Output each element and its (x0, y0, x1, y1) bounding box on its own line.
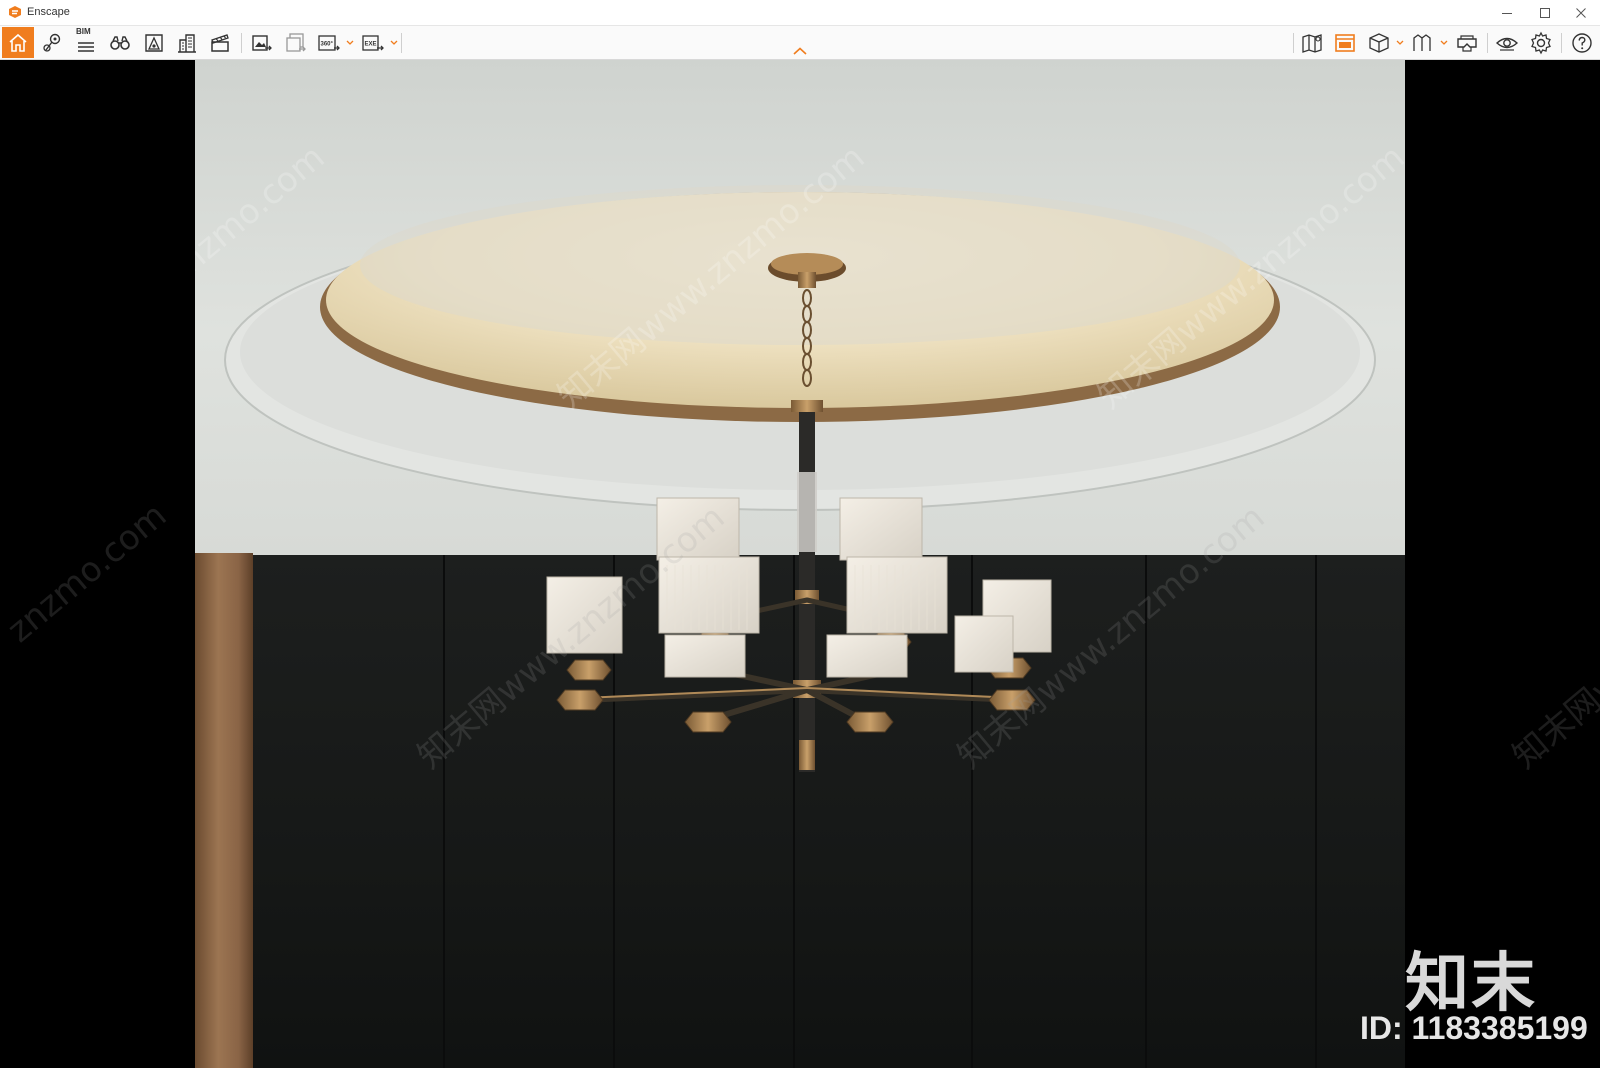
settings-button[interactable] (1525, 27, 1557, 58)
window-title: Enscape (27, 6, 70, 18)
exe-label: EXE (365, 41, 377, 47)
exe-export-button[interactable]: EXE (357, 27, 389, 58)
panorama-360-icon: 360° (318, 34, 340, 51)
home-icon (9, 33, 27, 52)
map-button[interactable] (1296, 27, 1328, 58)
asset-library-icon (145, 33, 163, 52)
panorama-button[interactable]: 360° (313, 27, 345, 58)
rendered-scene[interactable]: 知末网www.znzmo.com 知末网www.znzmo.com 知末网www… (195, 60, 1405, 1068)
web-standalone-icon (1335, 33, 1355, 52)
title-bar: Enscape (0, 0, 1600, 26)
measure-button[interactable] (1406, 27, 1438, 58)
home-button[interactable] (2, 27, 34, 58)
exe-export-dropdown[interactable] (390, 38, 398, 48)
exe-export-icon: EXE (362, 34, 384, 51)
web-standalone-button[interactable] (1329, 27, 1361, 58)
buildings-button[interactable] (171, 27, 203, 58)
gear-icon (1531, 31, 1551, 54)
toolbar-separator (1293, 33, 1294, 53)
toolbar-separator (1561, 33, 1562, 53)
map-icon (1302, 33, 1322, 53)
video-editor-button[interactable] (204, 27, 236, 58)
views-button[interactable] (37, 27, 69, 58)
chevron-down-icon (1440, 40, 1448, 45)
view-location-icon (43, 33, 61, 52)
measure-dropdown[interactable] (1440, 38, 1448, 48)
chevron-down-icon (390, 40, 398, 45)
chevron-up-icon (793, 47, 807, 55)
batch-render-button[interactable] (280, 27, 312, 58)
batch-render-icon (286, 32, 306, 52)
collapse-toolbar-button[interactable] (792, 45, 808, 57)
bim-button[interactable]: BIM (70, 27, 102, 58)
image-id-watermark: ID: 1183385199 (1360, 1010, 1588, 1046)
enscape-logo-icon (9, 6, 21, 18)
cube-view-dropdown[interactable] (1396, 38, 1404, 48)
screenshot-export-icon (252, 34, 272, 51)
visual-settings-icon (1495, 37, 1519, 51)
bim-label: BIM (76, 27, 91, 36)
screenshot-button[interactable] (246, 27, 278, 58)
panorama-dropdown[interactable] (346, 38, 354, 48)
maximize-button[interactable] (1526, 0, 1564, 26)
close-button[interactable] (1562, 0, 1600, 26)
visual-settings-button[interactable] (1491, 27, 1523, 58)
panorama-label: 360° (321, 41, 334, 47)
minimize-icon (1502, 13, 1512, 14)
asset-library-button[interactable] (138, 27, 170, 58)
close-icon (1576, 8, 1586, 18)
cube-view-button[interactable] (1363, 27, 1395, 58)
help-icon (1572, 32, 1592, 53)
measure-icon (1413, 33, 1431, 51)
chevron-down-icon (346, 40, 354, 45)
vr-headset-button[interactable] (1451, 27, 1483, 58)
video-editor-icon (211, 33, 229, 52)
binoculars-icon (110, 35, 130, 50)
help-button[interactable] (1566, 27, 1598, 58)
chandelier-scene (224, 185, 1376, 772)
toolbar-separator (401, 33, 402, 53)
minimize-button[interactable] (1488, 0, 1526, 26)
buildings-icon (178, 33, 196, 53)
toolbar-separator (1487, 33, 1488, 53)
chevron-down-icon (1396, 40, 1404, 45)
binoculars-button[interactable] (104, 27, 136, 58)
cube-view-icon (1369, 32, 1389, 53)
watermark-text: 知末网www.znzmo.com (1505, 497, 1600, 777)
vr-headset-icon (1457, 34, 1477, 52)
watermark-text: znzmo.com (0, 495, 175, 651)
maximize-icon (1540, 8, 1550, 18)
render-viewport[interactable]: 知末网www.znzmo.com 知末网www.znzmo.com 知末网www… (0, 60, 1600, 1068)
toolbar-separator (241, 33, 242, 53)
